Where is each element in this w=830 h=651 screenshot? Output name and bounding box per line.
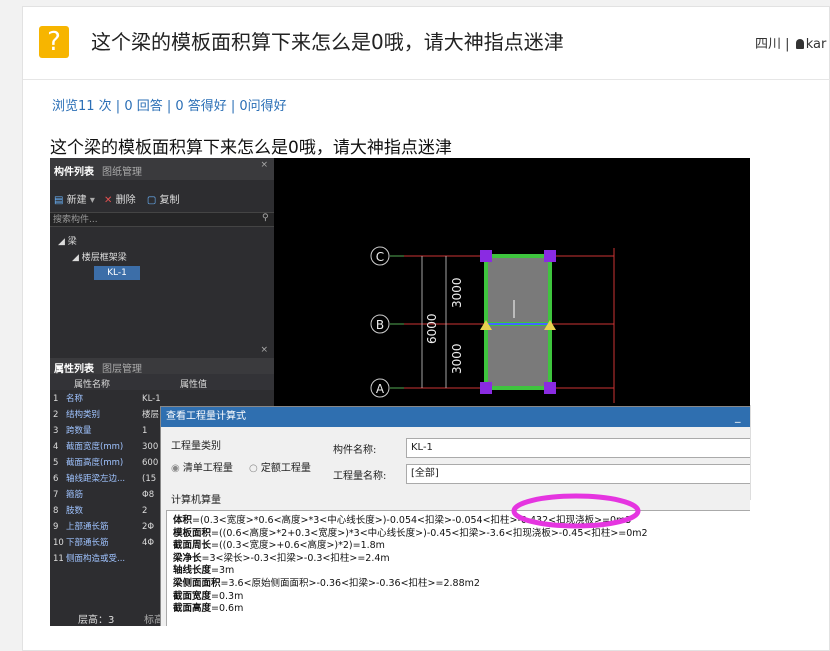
question-stats: 浏览11 次 | 0 回答 | 0 答得好 | 0问得好 — [52, 99, 287, 114]
meta-separator: | — [785, 37, 790, 52]
question-title[interactable]: 这个梁的模板面积算下来怎么是0哦，请大神指点迷津 — [91, 27, 564, 57]
user-name[interactable]: kar — [806, 37, 827, 52]
side-panel-edge — [750, 405, 809, 500]
question-mark-icon: ? — [39, 26, 69, 58]
attached-screenshot: 构件列表 图纸管理 × ▤ 新建 ▾ ✕ 删除 ▢ 复制 搜索构件... ⚲ ◢… — [50, 158, 750, 626]
question-body: 这个梁的模板面积算下来怎么是0哦，请大神指点迷津 — [50, 138, 452, 158]
highlight-ellipse — [511, 493, 641, 529]
question-meta: 四川 | kar — [755, 33, 826, 52]
question-header: ? 这个梁的模板面积算下来怎么是0哦，请大神指点迷津 四川 | kar — [23, 7, 830, 80]
user-icon — [795, 39, 804, 49]
region-label[interactable]: 四川 — [755, 37, 781, 52]
highlight-overlay — [511, 493, 641, 529]
